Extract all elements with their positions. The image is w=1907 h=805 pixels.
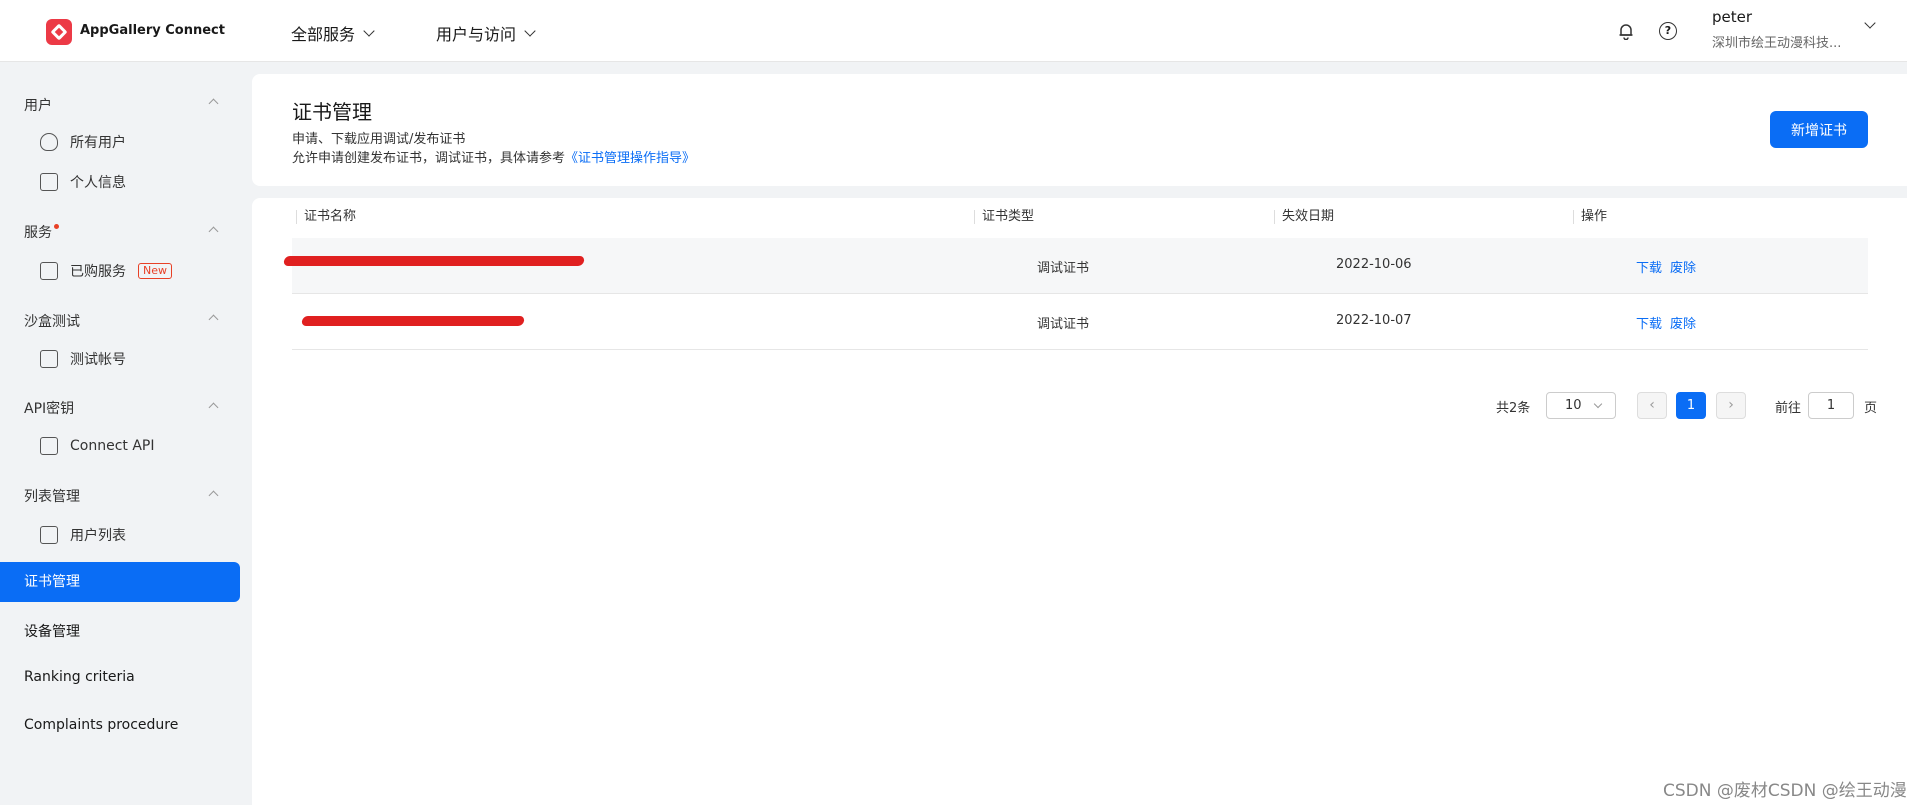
table-row: 调试证书 2022-10-06 下载 废除 xyxy=(283,238,1868,294)
new-certificate-button[interactable]: 新增证书 xyxy=(1770,111,1868,148)
user-name[interactable]: peter xyxy=(1712,8,1752,26)
appgallery-logo-icon[interactable] xyxy=(46,19,72,45)
sidebar-item-label: 个人信息 xyxy=(70,175,126,191)
goto-label: 前往 xyxy=(1775,401,1802,416)
page-number-button[interactable]: 1 xyxy=(1676,392,1706,419)
chevron-up-icon[interactable] xyxy=(208,402,219,413)
watermark: CSDN @废材CSDN @绘王动漫 xyxy=(1663,781,1907,801)
page-description-guide: 允许申请创建发布证书，调试证书，具体请参考《证书管理操作指导》 xyxy=(292,147,695,166)
column-header-name: 证书名称 xyxy=(296,210,356,224)
sidebar-item-test-account[interactable]: 测试帐号 xyxy=(40,349,126,369)
cell-type: 调试证书 xyxy=(1037,317,1090,332)
sidebar-section-api[interactable]: API密钥 xyxy=(24,398,74,418)
users-icon xyxy=(40,133,58,151)
sidebar-item-connect-api[interactable]: Connect API xyxy=(40,437,155,455)
guide-link[interactable]: 《证书管理操作指导》 xyxy=(565,151,695,166)
sidebar-item-label: 用户列表 xyxy=(70,528,126,544)
sidebar-item-label: 测试帐号 xyxy=(70,352,126,368)
sidebar-section-label: 服务 xyxy=(24,225,52,241)
cell-type: 调试证书 xyxy=(1037,261,1090,276)
sidebar-section-service[interactable]: 服务 xyxy=(24,222,59,242)
sidebar-section-sandbox[interactable]: 沙盒测试 xyxy=(24,311,80,331)
sidebar-item-label: 所有用户 xyxy=(70,135,126,151)
chevron-down-icon xyxy=(363,24,375,37)
table-row: 调试证书 2022-10-07 下载 废除 xyxy=(292,294,1868,350)
pagination-total: 共2条 xyxy=(1496,401,1531,416)
sidebar-item-label: 已购服务 xyxy=(70,264,126,280)
profile-card-icon xyxy=(40,173,58,191)
user-org[interactable]: 深圳市绘王动漫科技... xyxy=(1712,32,1841,51)
cell-expire: 2022-10-06 xyxy=(1336,257,1412,272)
goto-page-input[interactable]: 1 xyxy=(1808,392,1854,419)
chevron-up-icon[interactable] xyxy=(208,314,219,325)
sidebar-section-user[interactable]: 用户 xyxy=(24,95,52,115)
user-list-icon xyxy=(40,526,58,544)
user-access-label: 用户与访问 xyxy=(436,25,517,44)
chevron-down-icon xyxy=(1593,399,1603,409)
sidebar-item-cert-mgmt[interactable]: 证书管理 xyxy=(0,562,240,602)
revoke-link[interactable]: 废除 xyxy=(1670,261,1696,276)
prev-page-button[interactable]: ‹ xyxy=(1637,392,1667,419)
page-size-select[interactable]: 10 xyxy=(1546,392,1616,419)
sidebar-item-all-users[interactable]: 所有用户 xyxy=(40,132,126,152)
chevron-up-icon[interactable] xyxy=(208,226,219,237)
top-bar: AppGallery Connect 全部服务 用户与访问 ? peter 深圳… xyxy=(0,0,1907,62)
column-header-expire: 失效日期 xyxy=(1274,210,1334,224)
download-link[interactable]: 下载 xyxy=(1636,317,1662,332)
redacted-name xyxy=(283,256,585,266)
cube-icon xyxy=(40,350,58,368)
page-size-value: 10 xyxy=(1565,398,1582,413)
sidebar-item-user-list[interactable]: 用户列表 xyxy=(40,525,126,545)
sidebar-item-device-mgmt[interactable]: 设备管理 xyxy=(24,621,80,641)
chevron-down-icon[interactable] xyxy=(1864,17,1876,29)
download-link[interactable]: 下载 xyxy=(1636,261,1662,276)
shopping-bag-icon xyxy=(40,262,58,280)
page-header-card: 证书管理 申请、下载应用调试/发布证书 允许申请创建发布证书，调试证书，具体请参… xyxy=(252,74,1907,186)
notification-dot xyxy=(54,224,59,229)
sidebar-item-ranking[interactable]: Ranking criteria xyxy=(24,669,135,685)
page-title: 证书管理 xyxy=(292,100,372,124)
chevron-up-icon[interactable] xyxy=(208,98,219,109)
certificate-table-card: 证书名称 证书类型 失效日期 操作 调试证书 2022-10-06 下载 废除 调… xyxy=(252,198,1907,805)
redacted-name xyxy=(301,316,525,326)
page-unit-label: 页 xyxy=(1864,401,1878,416)
all-services-label: 全部服务 xyxy=(291,25,356,44)
sidebar-item-complaints[interactable]: Complaints procedure xyxy=(24,717,178,733)
cell-actions: 下载 废除 xyxy=(1636,257,1704,276)
cell-actions: 下载 废除 xyxy=(1636,313,1704,332)
help-icon[interactable]: ? xyxy=(1659,22,1677,40)
sidebar-section-list[interactable]: 列表管理 xyxy=(24,486,80,506)
chevron-up-icon[interactable] xyxy=(208,490,219,501)
user-access-menu[interactable]: 用户与访问 xyxy=(436,21,536,45)
sidebar-item-label: Connect API xyxy=(70,438,155,454)
cell-expire: 2022-10-07 xyxy=(1336,313,1412,328)
page-description: 申请、下载应用调试/发布证书 xyxy=(292,132,466,147)
bell-icon[interactable] xyxy=(1617,22,1635,40)
column-header-type: 证书类型 xyxy=(974,210,1034,224)
guide-prefix: 允许申请创建发布证书，调试证书，具体请参考 xyxy=(292,151,566,166)
revoke-link[interactable]: 废除 xyxy=(1670,317,1696,332)
code-window-icon xyxy=(40,437,58,455)
sidebar-item-purchased[interactable]: 已购服务 New xyxy=(40,261,172,281)
chevron-down-icon xyxy=(524,24,536,37)
app-title[interactable]: AppGallery Connect xyxy=(80,23,225,38)
new-badge: New xyxy=(138,263,172,279)
next-page-button[interactable]: › xyxy=(1716,392,1746,419)
sidebar-item-profile[interactable]: 个人信息 xyxy=(40,172,126,192)
sidebar: 用户 所有用户 个人信息 服务 已购服务 New 沙盒测试 测试帐号 API密钥… xyxy=(0,62,252,805)
column-header-actions: 操作 xyxy=(1573,210,1607,224)
all-services-menu[interactable]: 全部服务 xyxy=(291,21,375,45)
